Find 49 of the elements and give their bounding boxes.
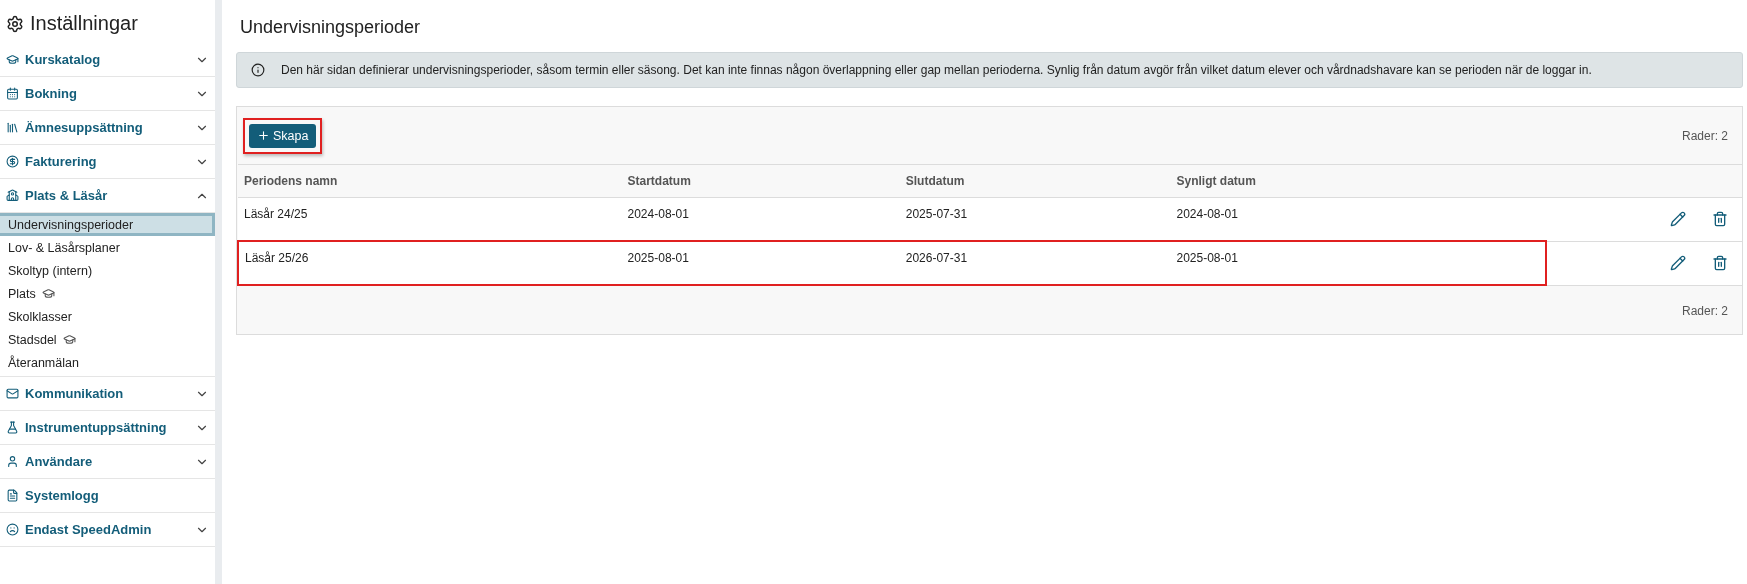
user-icon bbox=[6, 455, 19, 468]
sidebar-section[interactable]: Systemlogg bbox=[0, 479, 215, 513]
create-button[interactable]: Skapa bbox=[249, 123, 317, 148]
books-icon bbox=[6, 121, 19, 134]
table-cell: Läsår 24/25 bbox=[238, 197, 622, 241]
page-title: Undervisningsperioder bbox=[240, 17, 422, 38]
sidebar-item[interactable]: Återanmälan bbox=[0, 351, 215, 374]
sidebar-item[interactable]: Undervisningsperioder bbox=[0, 213, 215, 236]
plus-icon bbox=[257, 129, 270, 142]
graduation-cap-icon bbox=[62, 333, 76, 346]
sidebar-section[interactable]: Instrumentuppsättning bbox=[0, 411, 215, 445]
table-cell: 2024-08-01 bbox=[1170, 197, 1547, 241]
dollar-coin-icon bbox=[6, 155, 19, 168]
sidebar-title: Inställningar bbox=[30, 12, 138, 35]
graduation-cap-icon bbox=[41, 287, 55, 300]
sidebar-section[interactable]: Fakturering bbox=[0, 145, 215, 179]
row-count: Rader: 2 bbox=[1681, 128, 1728, 143]
sidebar-item[interactable]: Stadsdel bbox=[0, 328, 215, 351]
settings-icon bbox=[6, 14, 24, 33]
column-header: Synligt datum bbox=[1170, 164, 1547, 198]
table-cell: 2025-08-01 bbox=[621, 241, 900, 285]
info-text: Den här sidan definierar undervisningsperioder, såsom termin eller säsong. Det kan inte finnas någon överlappning eller gap mellan perioderna. Synlig från datum avgör från vilket datum elever och vårdnadshavare kan se perioden när de loggar in. bbox=[281, 63, 1592, 77]
sidebar-section[interactable]: Endast SpeedAdmin bbox=[0, 513, 215, 547]
sidebar-section[interactable]: Kommunikation bbox=[0, 377, 215, 411]
sidebar-item[interactable]: Skolklasser bbox=[0, 305, 215, 328]
flask-icon bbox=[6, 421, 19, 434]
school-building-icon bbox=[6, 189, 19, 202]
table-cell: Läsår 25/26 bbox=[238, 241, 622, 285]
sidebar-section[interactable]: Ämnesuppsättning bbox=[0, 111, 215, 145]
table-cell: 2025-08-01 bbox=[1170, 241, 1547, 285]
sidebar-item[interactable]: Plats bbox=[0, 282, 215, 305]
column-header: Periodens namn bbox=[238, 164, 622, 198]
envelope-icon bbox=[6, 387, 19, 400]
sidebar-item[interactable]: Lov- & Läsårsplaner bbox=[0, 236, 215, 259]
sidebar-item[interactable]: Skoltyp (intern) bbox=[0, 259, 215, 282]
table-cell: 2025-07-31 bbox=[899, 197, 1171, 241]
face-icon bbox=[6, 523, 19, 536]
table-cell: 2026-07-31 bbox=[899, 241, 1171, 285]
info-icon bbox=[251, 63, 265, 77]
column-header: Slutdatum bbox=[899, 164, 1171, 198]
row-count: Rader: 2 bbox=[1681, 304, 1728, 318]
column-header: Startdatum bbox=[621, 164, 900, 198]
sidebar-section[interactable]: Bokning bbox=[0, 77, 215, 111]
calendar-icon bbox=[6, 87, 19, 100]
sidebar-section[interactable]: Användare bbox=[0, 445, 215, 479]
table-cell: 2024-08-01 bbox=[621, 197, 900, 241]
document-icon bbox=[6, 489, 19, 502]
graduation-cap-icon bbox=[6, 53, 19, 66]
sidebar-section[interactable]: Kurskatalog bbox=[0, 43, 215, 77]
